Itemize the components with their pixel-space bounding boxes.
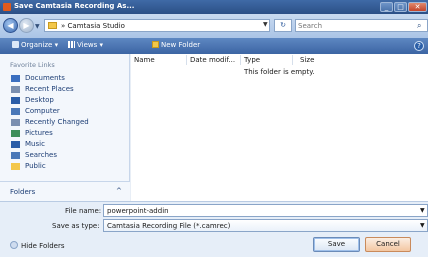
desktop-icon [11,97,20,104]
sidebar-item-label: Searches [25,151,58,159]
column-header-size[interactable]: Size [300,56,314,64]
close-button[interactable]: ✕ [408,2,427,12]
command-bar: Organize ▾ Views ▾ New Folder ? [0,38,428,54]
chevron-down-icon[interactable]: ▼ [263,21,268,28]
help-icon[interactable]: ? [414,41,424,51]
new-folder-icon [152,41,159,48]
views-button[interactable]: Views ▾ [68,41,103,49]
save-dialog: Save Camtasia Recording As... _ □ ✕ ◀ ▶ … [0,0,428,257]
new-folder-button[interactable]: New Folder [152,41,200,49]
search-input[interactable] [298,21,408,31]
address-row: ◀ ▶ ▼ » Camtasia Studio ▼ ↻ ⌕ [0,14,428,38]
save-type-value: Camtasia Recording File (*.camrec) [107,222,231,230]
sidebar-item-label: Documents [25,74,65,82]
chevron-down-icon[interactable]: ▼ [420,207,425,214]
save-type-select[interactable]: Camtasia Recording File (*.camrec) ▼ [103,219,428,232]
pictures-icon [11,130,20,137]
title-bar: Save Camtasia Recording As... _ □ ✕ [0,0,428,14]
column-header-type[interactable]: Type [244,56,260,64]
window-title: Save Camtasia Recording As... [14,2,135,10]
documents-icon [11,75,20,82]
chevron-down-icon[interactable]: ▼ [420,222,425,229]
sidebar-item-label: Computer [25,107,60,115]
address-bar[interactable]: » Camtasia Studio ▼ [44,19,270,32]
views-label: Views [77,41,98,49]
file-name-label: File name: [65,207,102,215]
column-header-name[interactable]: Name [134,56,155,64]
save-form: File name: powerpoint-addin ▼ Save as ty… [0,201,428,257]
chevron-up-icon: ^ [116,187,122,195]
minimize-button[interactable]: _ [380,2,393,12]
recent-pages-dropdown-icon[interactable]: ▼ [35,23,40,30]
music-icon [11,141,20,148]
computer-icon [11,108,20,115]
address-path[interactable]: Camtasia Studio [68,22,125,30]
searches-icon [11,152,20,159]
sidebar-item-label: Public [25,162,46,170]
file-name-value[interactable]: powerpoint-addin [107,207,169,215]
folders-toggle[interactable]: Folders ^ [0,181,130,201]
empty-folder-message: This folder is empty. [244,68,315,76]
sidebar-item-label: Pictures [25,129,53,137]
refresh-button[interactable]: ↻ [274,19,292,32]
favorite-links-heading: Favorite Links [10,61,55,69]
collapse-icon [10,241,18,249]
hide-folders-label: Hide Folders [21,242,65,250]
column-divider[interactable] [292,55,293,65]
navigation-pane: Favorite Links Documents Recent Places D… [0,54,130,201]
new-folder-label: New Folder [161,41,201,49]
sidebar-item-label: Recent Places [25,85,74,93]
organize-label: Organize [21,41,53,49]
save-button[interactable]: Save [313,237,360,252]
sidebar-item-label: Desktop [25,96,54,104]
folder-icon [48,22,57,29]
folders-label: Folders [10,188,36,196]
camtasia-app-icon [3,3,11,11]
column-divider[interactable] [186,55,187,65]
views-icon [68,41,75,48]
sidebar-item-label: Recently Changed [25,118,89,126]
hide-folders-button[interactable]: Hide Folders [10,241,64,250]
sidebar-item-label: Music [25,140,45,148]
forward-button[interactable]: ▶ [19,18,34,33]
recently-changed-icon [11,119,20,126]
file-list[interactable]: Name Date modif... Type Size This folder… [131,54,428,201]
column-header-date-modified[interactable]: Date modif... [190,56,235,64]
maximize-button[interactable]: □ [394,2,407,12]
file-name-field[interactable]: powerpoint-addin ▼ [103,204,428,217]
search-icon[interactable]: ⌕ [417,21,421,31]
save-type-label: Save as type: [52,222,100,230]
organize-button[interactable]: Organize ▾ [12,41,58,49]
public-icon [11,163,20,170]
organize-icon [12,41,19,48]
search-box[interactable]: ⌕ [295,19,428,32]
back-button[interactable]: ◀ [3,18,18,33]
recent-places-icon [11,86,20,93]
cancel-button[interactable]: Cancel [365,237,411,252]
column-divider[interactable] [240,55,241,65]
